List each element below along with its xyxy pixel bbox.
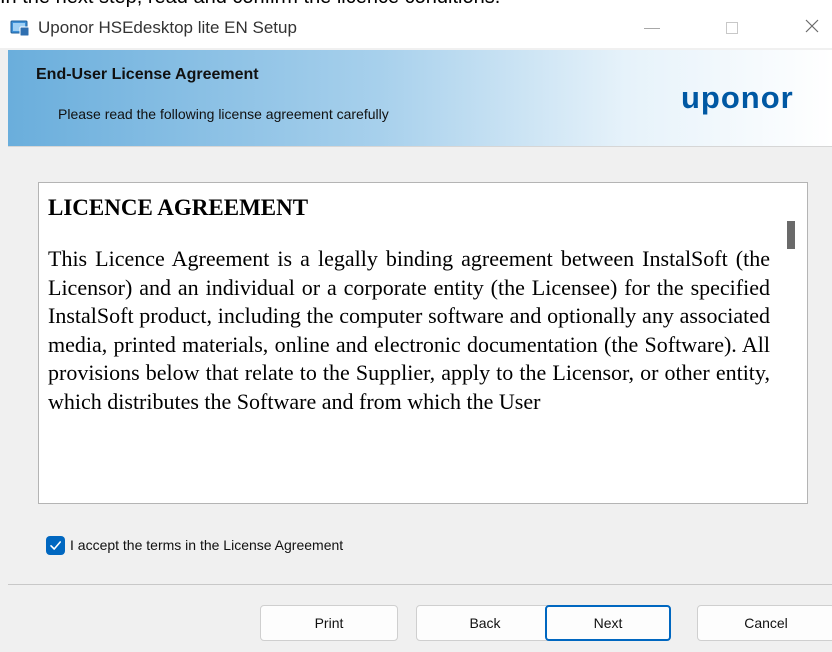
header-banner: End-User License Agreement Please read t… [8,50,832,146]
page-title: End-User License Agreement [36,66,259,83]
minimize-button[interactable] [624,8,680,48]
scrollbar-thumb[interactable] [787,221,795,249]
close-icon [804,18,820,39]
maximize-icon [726,22,738,34]
license-heading: LICENCE AGREEMENT [48,195,309,220]
license-content: LICENCE AGREEMENT This Licence Agreement… [48,193,770,416]
setup-window: Uponor HSEdesktop lite EN Setup End-User… [0,8,832,652]
page-subtitle: Please read the following license agreem… [58,106,389,122]
banner-divider [8,146,832,147]
license-paragraph: This Licence Agreement is a legally bind… [48,246,770,414]
minimize-icon [644,27,660,29]
uponor-logo: uponor [681,80,794,115]
print-button[interactable]: Print [260,605,398,641]
next-button[interactable]: Next [545,605,671,641]
accept-label: I accept the terms in the License Agreem… [70,537,344,553]
maximize-button[interactable] [704,8,760,48]
footer-divider [8,584,832,585]
accept-terms-row[interactable]: I accept the terms in the License Agreem… [46,535,343,555]
checkmark-icon [50,540,61,550]
installer-icon [10,19,30,37]
accept-checkbox[interactable] [46,535,65,555]
cancel-button[interactable]: Cancel [697,605,832,641]
license-text-box[interactable]: LICENCE AGREEMENT This Licence Agreement… [38,182,808,504]
back-button[interactable]: Back [416,605,554,641]
close-button[interactable] [784,8,832,48]
window-title: Uponor HSEdesktop lite EN Setup [38,18,297,37]
title-bar[interactable]: Uponor HSEdesktop lite EN Setup [0,8,832,48]
